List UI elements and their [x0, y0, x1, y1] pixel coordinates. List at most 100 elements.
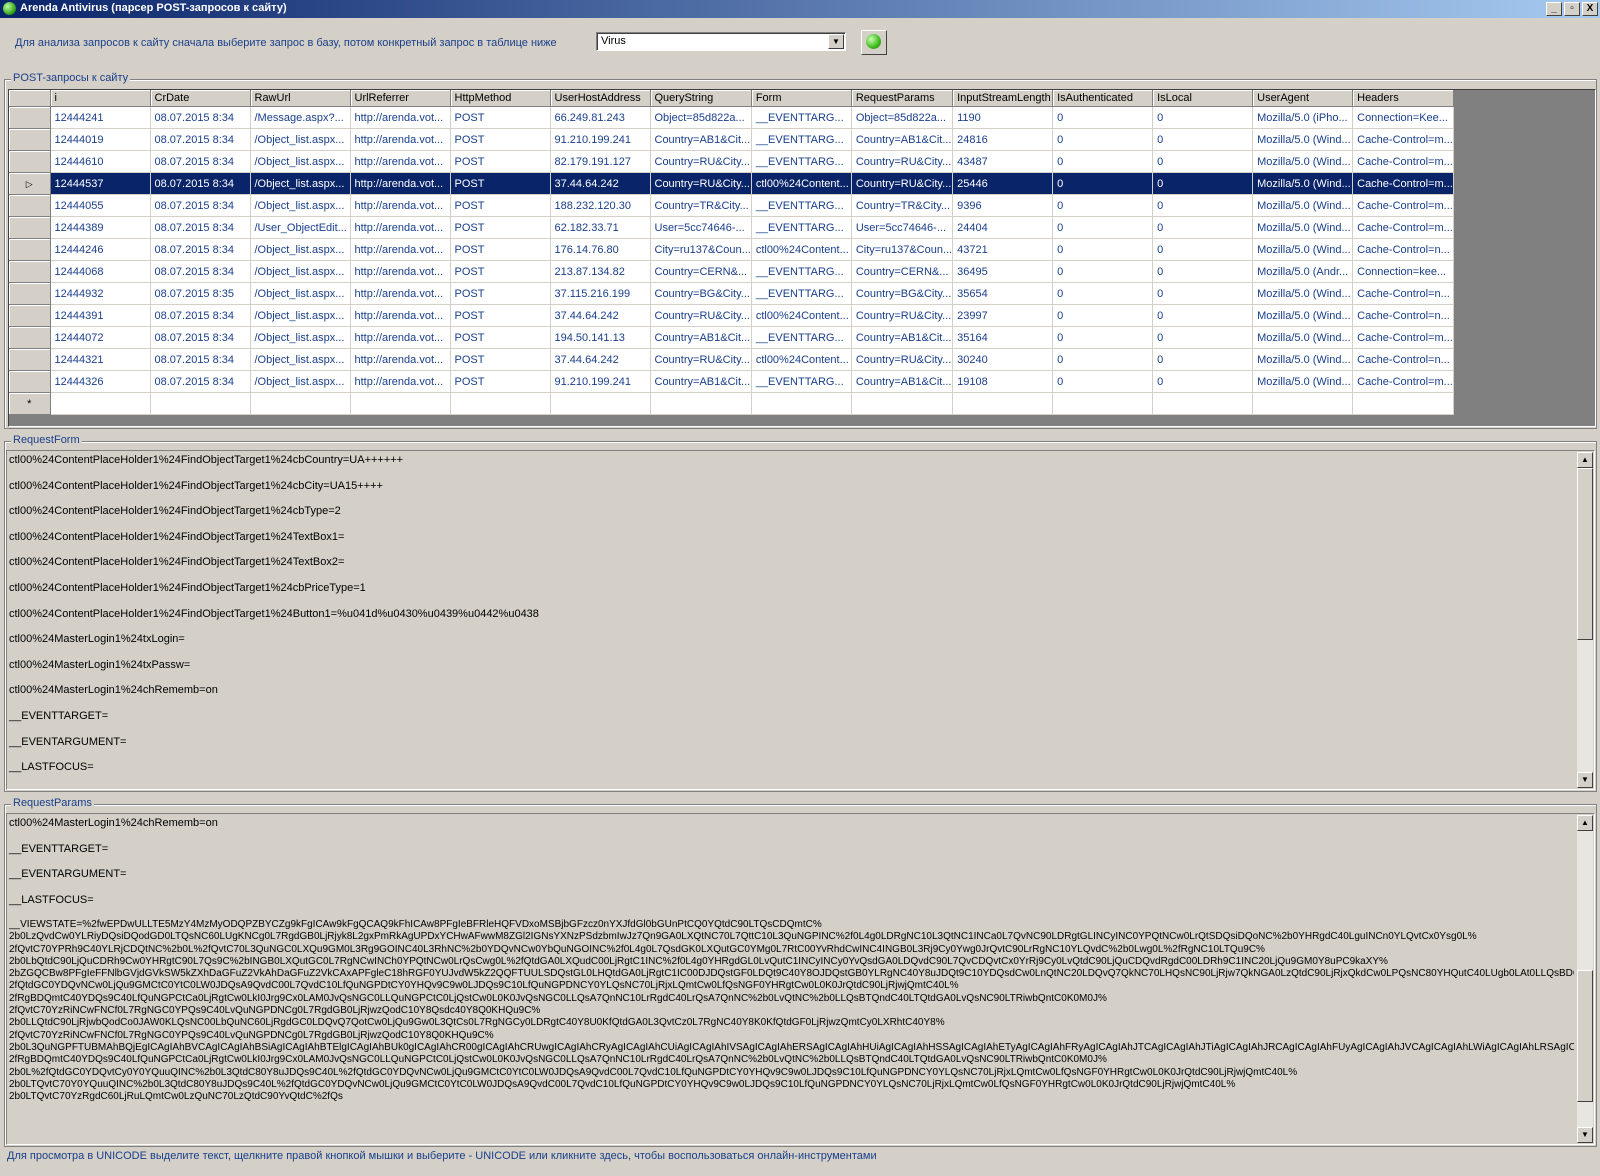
table-cell[interactable]: POST — [450, 348, 551, 371]
row-header[interactable] — [9, 216, 51, 239]
table-cell[interactable]: 08.07.2015 8:34 — [150, 304, 251, 327]
table-cell[interactable] — [1352, 392, 1454, 415]
table-cell[interactable]: Country=RU&City... — [851, 150, 954, 173]
table-cell[interactable] — [50, 392, 151, 415]
table-cell[interactable]: Cache-Control=n... — [1352, 282, 1454, 305]
scroll-thumb[interactable] — [1577, 970, 1593, 1102]
table-row[interactable]: 12444321 08.07.2015 8:34/Object_list.aspx… — [9, 348, 1454, 371]
row-header[interactable] — [9, 128, 51, 151]
table-cell[interactable]: Cache-Control=m... — [1352, 216, 1454, 239]
table-cell[interactable]: Cache-Control=n... — [1352, 238, 1454, 261]
table-cell[interactable]: Mozilla/5.0 (iPho... — [1252, 106, 1354, 129]
table-cell[interactable] — [952, 392, 1054, 415]
table-cell[interactable]: POST — [450, 304, 551, 327]
table-cell[interactable]: /Object_list.aspx... — [250, 150, 351, 173]
table-cell[interactable]: 08.07.2015 8:34 — [150, 128, 251, 151]
table-cell[interactable]: 12444019 — [50, 128, 151, 151]
table-cell[interactable]: Mozilla/5.0 (Wind... — [1252, 238, 1354, 261]
table-cell[interactable]: Cache-Control=m... — [1352, 326, 1454, 349]
table-cell[interactable]: __EVENTTARG... — [751, 150, 852, 173]
table-cell[interactable]: 12444241 — [50, 106, 151, 129]
table-cell[interactable]: /Object_list.aspx... — [250, 326, 351, 349]
table-cell[interactable]: 9396 — [952, 194, 1054, 217]
row-header[interactable] — [9, 150, 51, 173]
table-cell[interactable]: 0 — [1052, 304, 1154, 327]
table-cell[interactable]: POST — [450, 194, 551, 217]
table-cell[interactable]: Mozilla/5.0 (Wind... — [1252, 348, 1354, 371]
row-header[interactable] — [9, 194, 51, 217]
table-cell[interactable]: Country=BG&City... — [851, 282, 954, 305]
table-cell[interactable]: 0 — [1152, 106, 1254, 129]
table-row[interactable]: 12444068 08.07.2015 8:34/Object_list.aspx… — [9, 260, 1454, 283]
column-header[interactable]: IsLocal — [1152, 90, 1254, 107]
table-cell[interactable]: http://arenda.vot... — [350, 216, 451, 239]
table-cell[interactable]: 19108 — [952, 370, 1054, 393]
table-cell[interactable]: POST — [450, 370, 551, 393]
table-row[interactable]: 12444389 08.07.2015 8:34/User_ObjectEdit.… — [9, 216, 1454, 239]
table-cell[interactable]: 08.07.2015 8:34 — [150, 216, 251, 239]
scroll-down-icon[interactable]: ▼ — [1577, 1127, 1593, 1143]
table-cell[interactable] — [1052, 392, 1154, 415]
table-cell[interactable]: 0 — [1152, 282, 1254, 305]
table-cell[interactable]: 37.115.216.199 — [550, 282, 651, 305]
table-cell[interactable]: Mozilla/5.0 (Andr... — [1252, 260, 1354, 283]
row-header[interactable] — [9, 370, 51, 393]
table-cell[interactable]: 08.07.2015 8:34 — [150, 326, 251, 349]
table-cell[interactable]: Cache-Control=n... — [1352, 348, 1454, 371]
table-cell[interactable]: __EVENTTARG... — [751, 282, 852, 305]
table-cell[interactable] — [851, 392, 954, 415]
table-cell[interactable]: Country=CERN&... — [851, 260, 954, 283]
table-cell[interactable]: 0 — [1052, 348, 1154, 371]
table-cell[interactable]: 0 — [1152, 370, 1254, 393]
table-cell[interactable]: 30240 — [952, 348, 1054, 371]
table-cell[interactable]: 12444055 — [50, 194, 151, 217]
table-cell[interactable]: /User_ObjectEdit... — [250, 216, 351, 239]
table-cell[interactable] — [1252, 392, 1354, 415]
table-cell[interactable]: Cache-Control=m... — [1352, 150, 1454, 173]
table-cell[interactable]: 08.07.2015 8:34 — [150, 194, 251, 217]
query-select[interactable]: Virus ▼ — [596, 32, 846, 51]
table-cell[interactable]: 0 — [1152, 216, 1254, 239]
table-cell[interactable]: 08.07.2015 8:34 — [150, 106, 251, 129]
column-header[interactable]: UserAgent — [1252, 90, 1354, 107]
table-cell[interactable]: __EVENTTARG... — [751, 216, 852, 239]
column-header[interactable]: Headers — [1352, 90, 1454, 107]
table-cell[interactable] — [751, 392, 852, 415]
table-cell[interactable]: Connection=kee... — [1352, 260, 1454, 283]
table-cell[interactable]: 12444610 — [50, 150, 151, 173]
table-cell[interactable] — [250, 392, 351, 415]
table-cell[interactable]: Country=TR&City... — [851, 194, 954, 217]
row-header[interactable] — [9, 238, 51, 261]
table-cell[interactable]: 37.44.64.242 — [550, 304, 651, 327]
table-cell[interactable]: ctl00%24Content... — [751, 348, 852, 371]
request-params-textbox[interactable]: ctl00%24MasterLogin1%24chRememb=on __EVEN… — [6, 813, 1595, 1145]
row-header[interactable] — [9, 106, 51, 129]
table-cell[interactable]: 12444068 — [50, 260, 151, 283]
table-cell[interactable]: __EVENTTARG... — [751, 194, 852, 217]
table-cell[interactable]: 12444537 — [50, 172, 151, 195]
table-cell[interactable]: 12444391 — [50, 304, 151, 327]
table-cell[interactable]: 08.07.2015 8:34 — [150, 238, 251, 261]
request-form-scrollbar[interactable]: ▲ ▼ — [1577, 452, 1593, 788]
column-header[interactable]: IsAuthenticated — [1052, 90, 1154, 107]
table-cell[interactable]: /Object_list.aspx... — [250, 304, 351, 327]
table-cell[interactable]: 0 — [1052, 282, 1154, 305]
table-cell[interactable]: 0 — [1152, 128, 1254, 151]
table-cell[interactable]: http://arenda.vot... — [350, 238, 451, 261]
table-cell[interactable]: 0 — [1052, 106, 1154, 129]
table-cell[interactable]: /Message.aspx?... — [250, 106, 351, 129]
table-cell[interactable]: /Object_list.aspx... — [250, 128, 351, 151]
table-cell[interactable]: 0 — [1052, 370, 1154, 393]
table-cell[interactable]: __EVENTTARG... — [751, 128, 852, 151]
table-cell[interactable]: Country=CERN&... — [650, 260, 752, 283]
table-cell[interactable]: Country=AB1&Cit... — [650, 370, 752, 393]
table-cell[interactable]: Mozilla/5.0 (Wind... — [1252, 172, 1354, 195]
column-header[interactable]: QueryString — [650, 90, 752, 107]
table-cell[interactable]: 37.44.64.242 — [550, 348, 651, 371]
table-cell[interactable]: 1190 — [952, 106, 1054, 129]
table-cell[interactable]: User=5cc74646-... — [650, 216, 752, 239]
table-cell[interactable]: __EVENTTARG... — [751, 370, 852, 393]
column-header[interactable]: CrDate — [150, 90, 251, 107]
table-cell[interactable]: Country=AB1&Cit... — [851, 370, 954, 393]
row-header[interactable] — [9, 260, 51, 283]
